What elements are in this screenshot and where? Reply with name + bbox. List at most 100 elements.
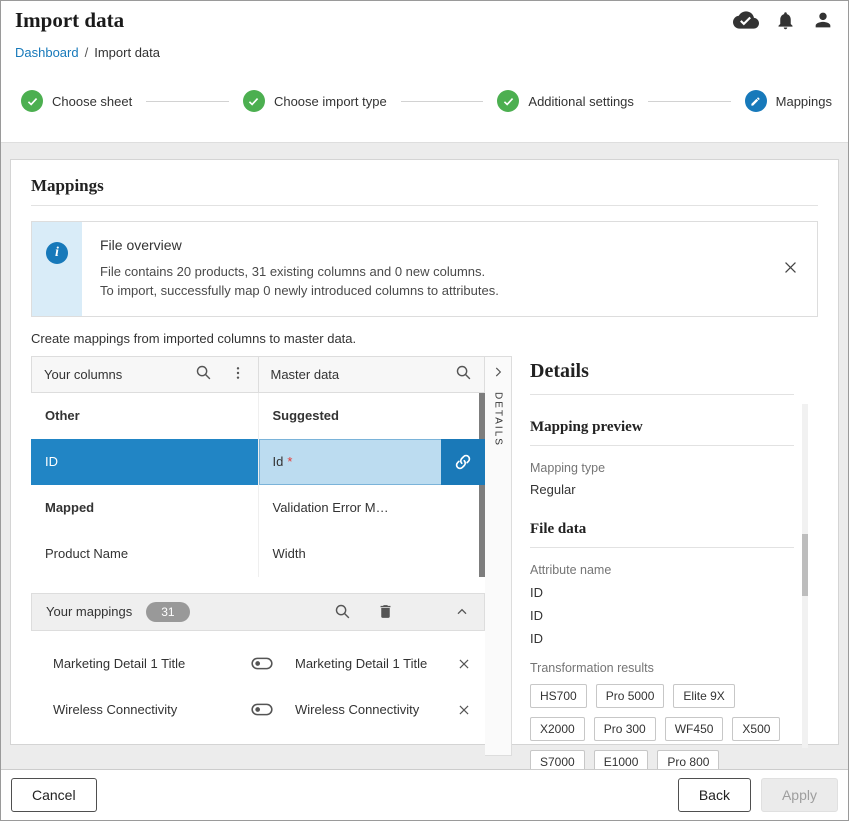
your-columns-label: Your columns — [44, 367, 122, 382]
notifications-bell-icon[interactable] — [775, 10, 796, 31]
topbar: Import data Dashboard/Import data Choose… — [1, 1, 848, 143]
details-collapse-tab[interactable]: DETAILS — [485, 356, 512, 756]
transformation-chip: S7000 — [530, 750, 585, 769]
group-header-other: Other — [31, 393, 258, 439]
banner-title: File overview — [100, 237, 769, 253]
mapping-type-label: Mapping type — [530, 461, 794, 475]
transformation-chip: HS700 — [530, 684, 587, 708]
mapping-instruction-text: Create mappings from imported columns to… — [31, 331, 818, 346]
step-label: Choose sheet — [52, 94, 132, 109]
banner-accent-strip: i — [32, 222, 82, 316]
your-mappings-title: Your mappings — [46, 604, 132, 619]
step-label: Choose import type — [274, 94, 387, 109]
transformation-chips: HS700 Pro 5000 Elite 9X X2000 Pro 300 WF… — [530, 684, 790, 769]
cloud-sync-done-icon[interactable] — [733, 7, 759, 33]
your-columns-list: Other ID Mapped Product Name — [31, 393, 259, 577]
breadcrumb-current: Import data — [94, 45, 160, 60]
mapping-row: Wireless Connectivity Wireless Connectiv… — [31, 687, 485, 733]
topbar-icons — [733, 7, 834, 33]
map-link-button[interactable] — [441, 439, 485, 485]
mapping-preview-title: Mapping preview — [530, 419, 794, 446]
cancel-button[interactable]: Cancel — [11, 778, 97, 812]
chevron-right-icon — [491, 365, 505, 384]
search-icon[interactable] — [334, 603, 351, 620]
group-header-mapped: Mapped — [31, 485, 258, 531]
remove-mapping-icon[interactable] — [453, 699, 475, 721]
scrollbar-thumb[interactable] — [802, 534, 808, 596]
step-done-check-icon — [243, 90, 265, 112]
wizard-stepper: Choose sheet Choose import type Addition… — [1, 64, 848, 143]
master-data-header: Master data — [258, 357, 485, 392]
attribute-value: ID — [530, 631, 794, 646]
details-scrollbar[interactable] — [802, 404, 808, 748]
banner-close-icon[interactable] — [782, 259, 799, 279]
mappings-card: Mappings i File overview File contains 2… — [10, 159, 839, 745]
step-mappings-current[interactable]: Mappings — [745, 90, 832, 112]
master-item-label: Id — [273, 454, 284, 469]
transformation-chip: Elite 9X — [673, 684, 734, 708]
required-asterisk: * — [287, 454, 292, 469]
transformation-chip: WF450 — [665, 717, 724, 741]
attribute-value: ID — [530, 585, 794, 600]
mapping-region: Your columns Master data Other ID Mapped — [31, 356, 818, 756]
step-connector — [648, 101, 731, 102]
step-label: Additional settings — [528, 94, 634, 109]
breadcrumb-dashboard-link[interactable]: Dashboard — [15, 45, 79, 60]
transformation-chip: Pro 800 — [657, 750, 719, 769]
master-list-scrollbar[interactable] — [479, 393, 485, 577]
column-item-id-selected[interactable]: ID — [31, 439, 258, 485]
mappings-count-badge: 31 — [146, 602, 189, 622]
step-choose-sheet[interactable]: Choose sheet — [21, 90, 132, 112]
master-data-label: Master data — [271, 367, 340, 382]
back-button[interactable]: Back — [678, 778, 751, 812]
master-item-validation-error[interactable]: Validation Error M… — [259, 485, 486, 531]
apply-button[interactable]: Apply — [761, 778, 838, 812]
mapping-target: Marketing Detail 1 Title — [295, 656, 453, 671]
trash-icon[interactable] — [377, 603, 394, 620]
transformation-results-label: Transformation results — [530, 661, 794, 675]
columns-header-row: Your columns Master data — [31, 356, 485, 393]
step-edit-pencil-icon — [745, 90, 767, 112]
step-connector — [146, 101, 229, 102]
attribute-name-label: Attribute name — [530, 563, 794, 577]
kebab-menu-icon[interactable] — [230, 365, 246, 384]
file-data-title: File data — [530, 521, 794, 548]
mappings-section-title: Mappings — [31, 176, 818, 206]
your-mappings-actions — [334, 603, 470, 620]
search-icon[interactable] — [195, 364, 212, 384]
details-panel: Details Mapping preview Mapping type Reg… — [512, 356, 818, 756]
columns-body: Other ID Mapped Product Name Suggested I… — [31, 393, 485, 577]
mapping-left-stack: Your columns Master data Other ID Mapped — [31, 356, 485, 756]
step-done-check-icon — [497, 90, 519, 112]
mapping-toggle-icon[interactable] — [251, 703, 273, 716]
search-icon[interactable] — [455, 364, 472, 384]
master-item-width[interactable]: Width — [259, 531, 486, 577]
master-data-list: Suggested Id * Validation Error M… Width — [259, 393, 486, 577]
remove-mapping-icon[interactable] — [453, 653, 475, 675]
transformation-chip: Pro 300 — [594, 717, 656, 741]
mapping-target: Wireless Connectivity — [295, 702, 453, 717]
mapping-source: Wireless Connectivity — [53, 702, 251, 717]
mapping-type-value: Regular — [530, 482, 794, 497]
collapse-chevron-up-icon[interactable] — [454, 604, 470, 620]
transformation-chip: X2000 — [530, 717, 585, 741]
attribute-value: ID — [530, 608, 794, 623]
banner-line1: File contains 20 products, 31 existing c… — [100, 263, 769, 282]
file-overview-banner: i File overview File contains 20 product… — [31, 221, 818, 317]
details-tab-label: DETAILS — [493, 392, 504, 447]
info-icon: i — [46, 242, 68, 264]
mapping-row: Marketing Detail 1 Title Marketing Detai… — [31, 641, 485, 687]
step-choose-import-type[interactable]: Choose import type — [243, 90, 387, 112]
user-account-icon[interactable] — [812, 9, 834, 31]
master-item-id-selected[interactable]: Id * — [259, 439, 486, 485]
step-connector — [401, 101, 484, 102]
step-additional-settings[interactable]: Additional settings — [497, 90, 634, 112]
transformation-chip: Pro 5000 — [596, 684, 665, 708]
your-mappings-list: Marketing Detail 1 Title Marketing Detai… — [31, 631, 485, 733]
step-done-check-icon — [21, 90, 43, 112]
column-item-product-name[interactable]: Product Name — [31, 531, 258, 577]
group-header-suggested: Suggested — [259, 393, 486, 439]
banner-body: File overview File contains 20 products,… — [82, 222, 817, 316]
mapping-toggle-icon[interactable] — [251, 657, 273, 670]
footer-actions: Cancel Back Apply — [1, 769, 848, 820]
